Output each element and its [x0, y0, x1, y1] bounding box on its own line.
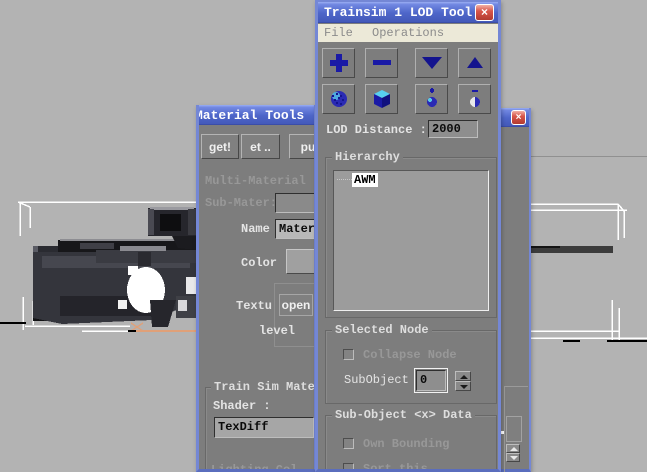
hierarchy-listbox[interactable]: AWM: [333, 170, 489, 311]
selected-node-group: [325, 330, 497, 404]
lod-tool-menubar: File Operations: [318, 24, 498, 42]
name-label: Name: [241, 222, 270, 236]
hidden-dialog-marker: [501, 431, 504, 434]
lod-distance-field[interactable]: 2000: [428, 120, 478, 138]
get-button[interactable]: get!: [201, 134, 239, 159]
shader-label: Shader :: [213, 399, 271, 413]
color-swatch[interactable]: [286, 249, 314, 274]
sphere-plus-icon: [426, 88, 437, 107]
desktop-3d-app: { "icons": { "close_glyph": "×" }, "view…: [0, 0, 647, 472]
move-up-button[interactable]: [458, 48, 491, 78]
color-label: Color: [241, 256, 278, 270]
train-sim-material-group-label: Train Sim Mater: [211, 380, 314, 394]
ground-line: [0, 322, 26, 324]
subobject-id-spinner[interactable]: [455, 371, 471, 391]
own-bounding-label: Own Bounding: [363, 437, 450, 451]
texture-label: Textu: [236, 299, 273, 313]
menu-file[interactable]: File: [318, 24, 359, 42]
lod-tool-title: Trainsim 1 LOD Tool: [324, 5, 473, 20]
dotted-sphere-button[interactable]: [322, 84, 355, 114]
collapse-node-checkbox[interactable]: [343, 349, 354, 360]
hidden-dialog-window[interactable]: ×: [499, 108, 531, 472]
rifle-model[interactable]: [33, 207, 197, 327]
arrow-down-icon: [421, 57, 442, 69]
close-icon[interactable]: ×: [511, 110, 526, 125]
subobject-id-field[interactable]: 0: [414, 368, 448, 393]
minus-icon: [372, 60, 391, 65]
plus-icon: [329, 54, 348, 72]
put-button[interactable]: put: [289, 134, 314, 159]
sphere-minus-icon: [469, 90, 480, 107]
dotted-sphere-icon: [330, 91, 347, 107]
collapse-node-label: Collapse Node: [363, 348, 457, 362]
shader-field[interactable]: TexDiff: [214, 417, 314, 438]
get-dotdot-button[interactable]: et ..: [241, 134, 280, 159]
hidden-dialog-spinner[interactable]: [506, 444, 520, 462]
material-tools-title: Material Tools: [199, 108, 305, 123]
sort-this-checkbox[interactable]: [343, 463, 354, 469]
subobject-data-group-label: Sub-Object <x> Data: [332, 408, 475, 422]
arrow-up-icon: [466, 57, 483, 68]
hierarchy-group-label: Hierarchy: [332, 150, 403, 164]
remove-subobject-button[interactable]: [458, 84, 491, 114]
tree-branch-line: [337, 179, 352, 180]
menu-operations[interactable]: Operations: [366, 24, 450, 42]
open-texture-button[interactable]: open: [279, 294, 313, 316]
move-down-button[interactable]: [415, 48, 448, 78]
name-field[interactable]: Mater: [275, 219, 314, 239]
add-subobject-button[interactable]: [415, 84, 448, 114]
close-icon[interactable]: ×: [475, 4, 494, 21]
selected-node-group-label: Selected Node: [332, 323, 432, 337]
lod-distance-label: LOD Distance :: [326, 123, 427, 137]
material-tools-titlebar[interactable]: Material Tools: [199, 105, 314, 125]
sub-material-label: Sub-Mater:: [205, 196, 278, 210]
cube-button[interactable]: [365, 84, 398, 114]
cube-icon: [373, 90, 390, 108]
tree-item-awm[interactable]: AWM: [352, 173, 378, 187]
hidden-dialog-swatch[interactable]: [506, 416, 522, 442]
remove-lod-button[interactable]: [365, 48, 398, 78]
add-lod-button[interactable]: [322, 48, 355, 78]
multi-material-label: Multi-Material: [205, 174, 306, 188]
material-tools-window[interactable]: Material Tools get! et .. put Multi-Mate…: [196, 105, 317, 472]
level-label: level: [259, 324, 296, 338]
sort-this-label: Sort this: [363, 462, 428, 472]
lod-tool-window[interactable]: Trainsim 1 LOD Tool × File Operations LO…: [315, 0, 501, 472]
sub-material-field[interactable]: [275, 193, 314, 213]
lod-tool-titlebar[interactable]: Trainsim 1 LOD Tool: [318, 2, 498, 23]
lighting-label: Lighting Col: [211, 463, 298, 472]
own-bounding-checkbox[interactable]: [343, 438, 354, 449]
